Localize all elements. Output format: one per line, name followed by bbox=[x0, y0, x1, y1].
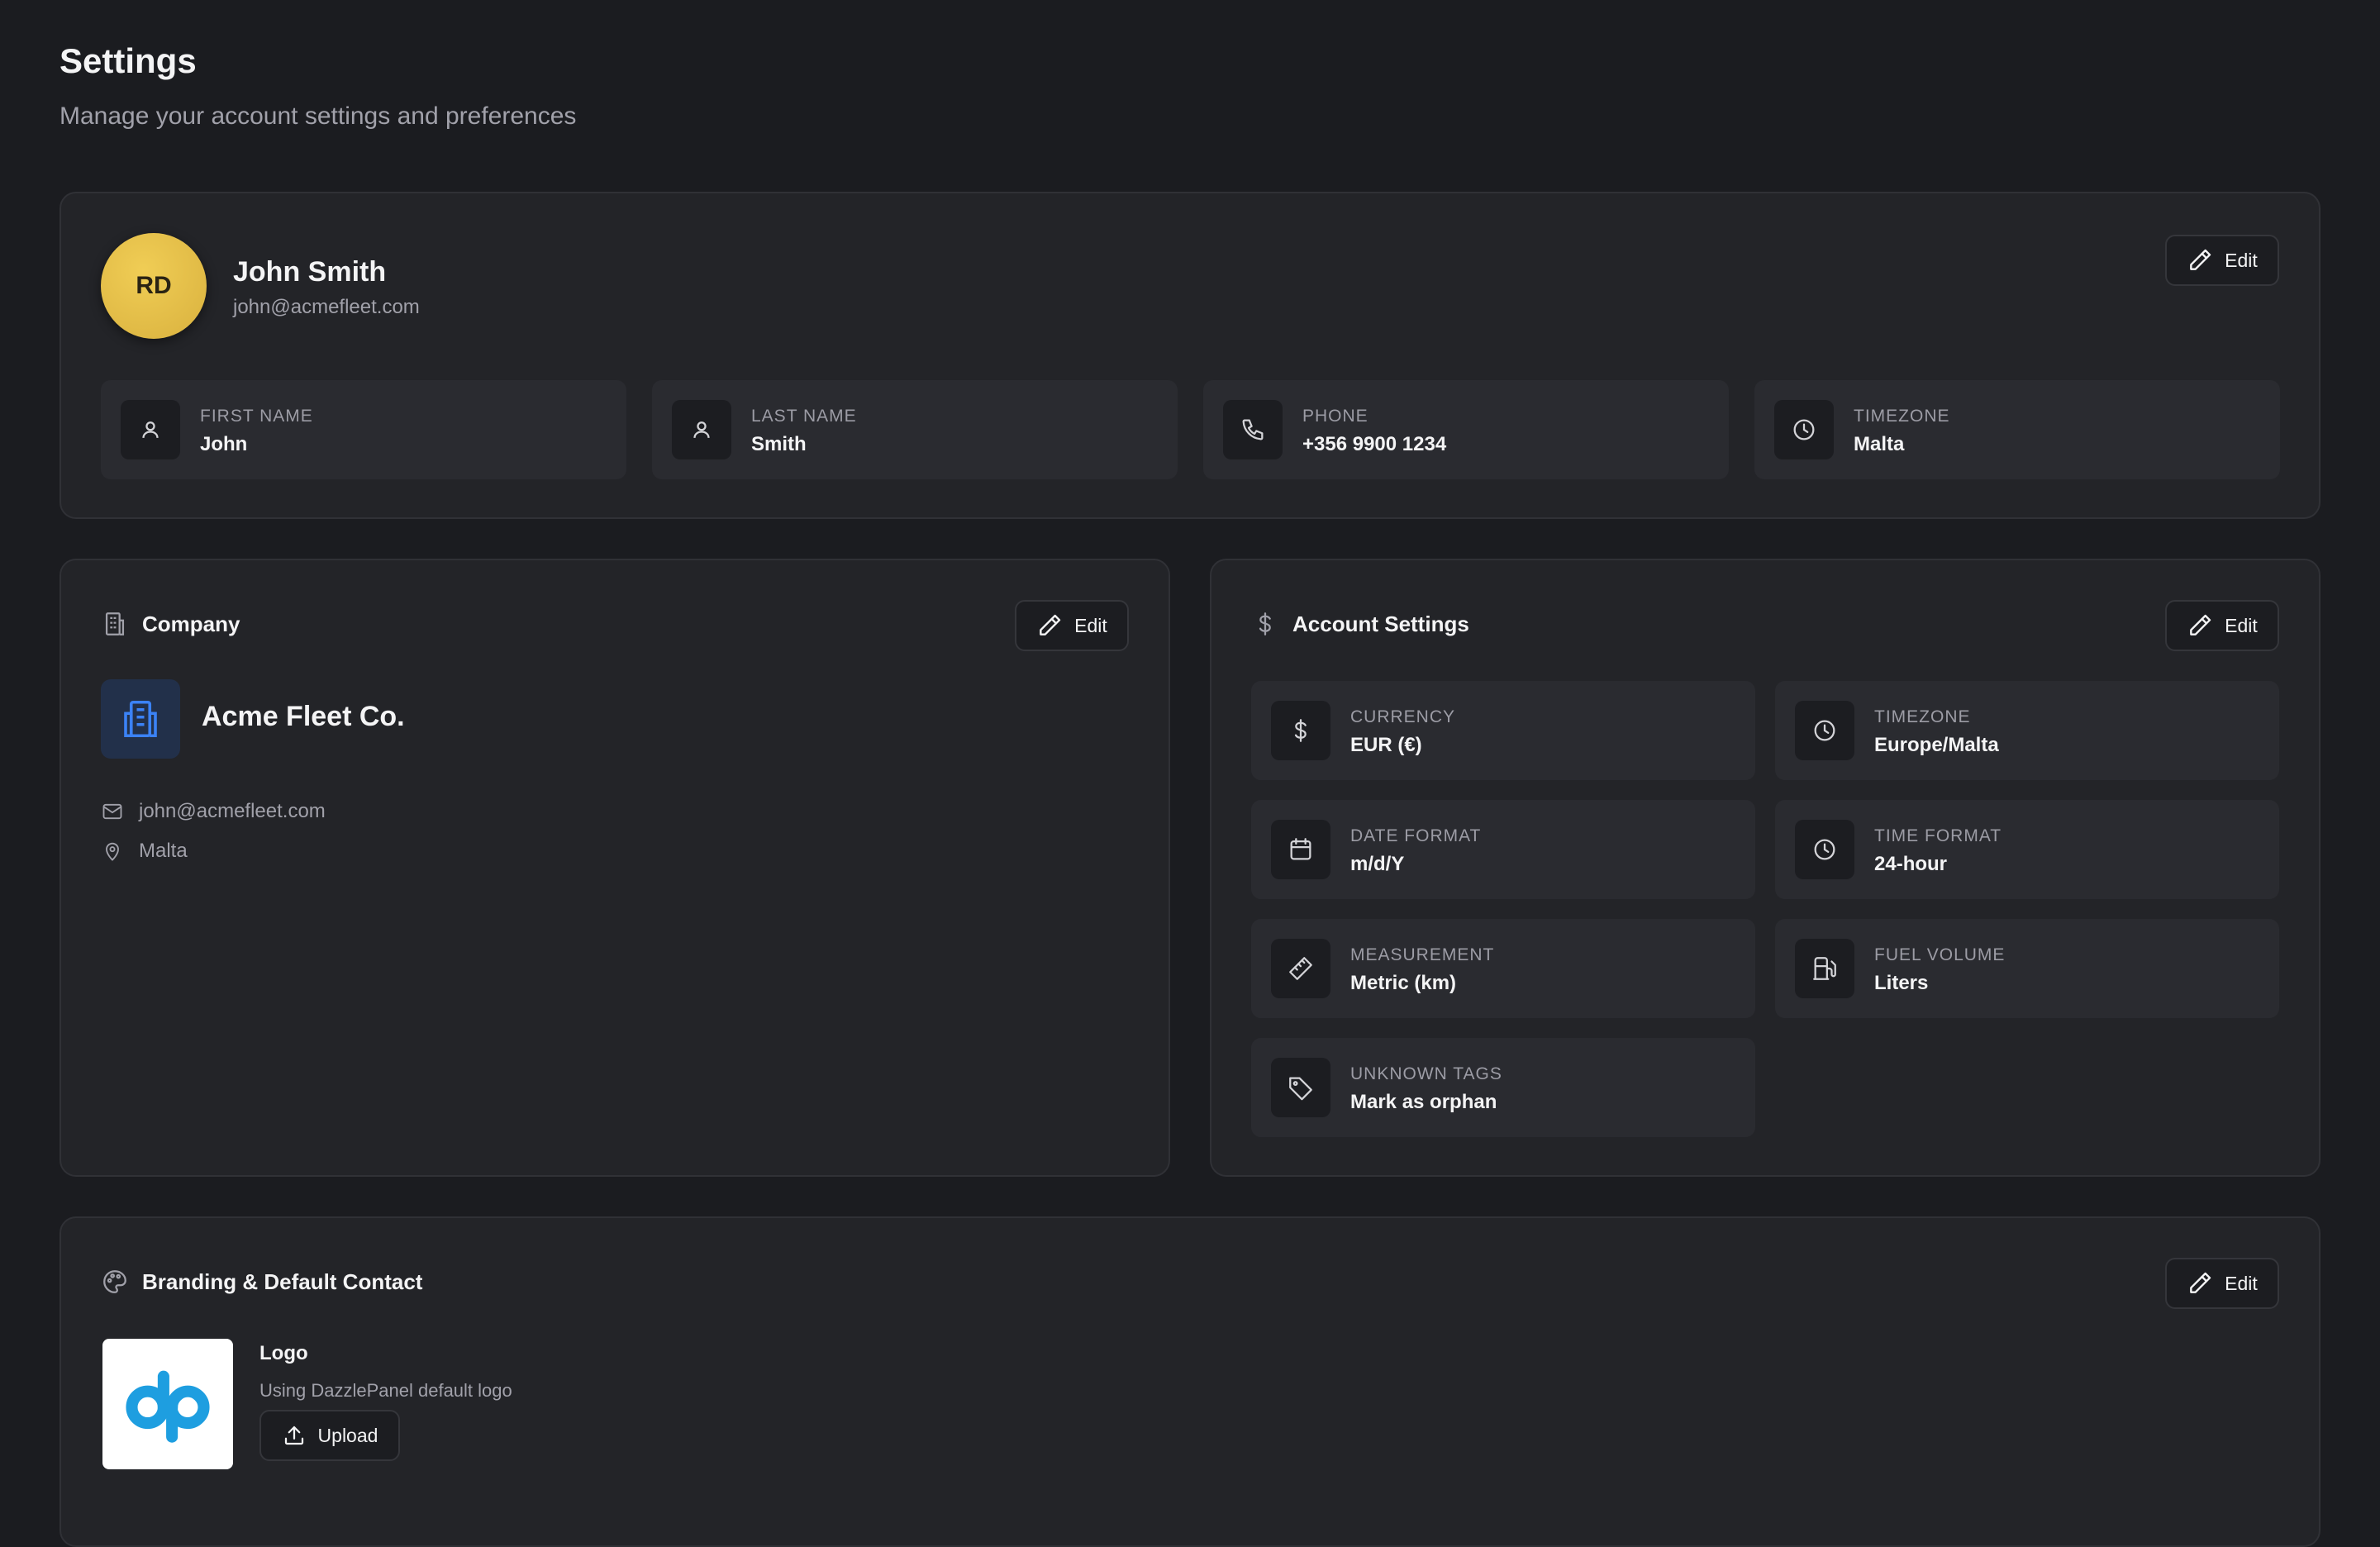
field-label: DATE FORMAT bbox=[1350, 826, 1482, 845]
company-heading: Company bbox=[101, 610, 240, 638]
field-value: Smith bbox=[751, 433, 807, 455]
field-first-name: FIRST NAME John bbox=[101, 380, 626, 479]
calendar-icon bbox=[1271, 820, 1330, 879]
field-label: PHONE bbox=[1302, 407, 1368, 426]
profile-card: RD John Smith john@acmefleet.com Edit FI… bbox=[60, 192, 2320, 519]
field-label: UNKNOWN TAGS bbox=[1350, 1064, 1502, 1083]
user-icon bbox=[672, 400, 731, 459]
clock-icon bbox=[1795, 820, 1854, 879]
field-time-format: TIME FORMAT 24-hour bbox=[1775, 800, 2279, 899]
edit-branding-button[interactable]: Edit bbox=[2165, 1258, 2279, 1309]
field-value: Europe/Malta bbox=[1874, 734, 1999, 756]
upload-logo-button[interactable]: Upload bbox=[259, 1410, 400, 1461]
field-fuel-volume: FUEL VOLUME Liters bbox=[1775, 919, 2279, 1018]
upload-icon bbox=[284, 1426, 303, 1445]
fuel-icon bbox=[1795, 939, 1854, 998]
edit-label: Edit bbox=[2225, 249, 2258, 271]
company-title: Company bbox=[142, 611, 240, 636]
field-value: Metric (km) bbox=[1350, 972, 1457, 994]
ruler-icon bbox=[1271, 939, 1330, 998]
field-value: John bbox=[200, 433, 248, 455]
field-label: FUEL VOLUME bbox=[1874, 945, 2006, 964]
field-label: TIME FORMAT bbox=[1874, 826, 2002, 845]
tag-icon bbox=[1271, 1058, 1330, 1117]
field-label: MEASUREMENT bbox=[1350, 945, 1495, 964]
palette-icon bbox=[103, 1270, 126, 1293]
field-value: +356 9900 1234 bbox=[1302, 433, 1447, 455]
building-icon bbox=[105, 612, 125, 635]
company-location: Malta bbox=[101, 840, 188, 863]
edit-account-button[interactable]: Edit bbox=[2165, 600, 2279, 651]
branding-title: Branding & Default Contact bbox=[142, 1269, 423, 1294]
field-account-timezone: TIMEZONE Europe/Malta bbox=[1775, 681, 2279, 780]
building-icon bbox=[124, 700, 157, 738]
settings-page: Settings Manage your account settings an… bbox=[0, 0, 2380, 1547]
pencil-icon bbox=[2190, 614, 2211, 635]
branding-card: Branding & Default Contact Edit Logo Usi… bbox=[60, 1216, 2320, 1547]
profile-name: John Smith bbox=[233, 256, 387, 288]
field-timezone: TIMEZONE Malta bbox=[1754, 380, 2280, 479]
company-location-text: Malta bbox=[139, 840, 188, 862]
profile-email: john@acmefleet.com bbox=[233, 296, 420, 318]
dollar-icon bbox=[1271, 701, 1330, 760]
field-value: Liters bbox=[1874, 972, 1929, 994]
field-value: m/d/Y bbox=[1350, 853, 1405, 875]
field-last-name: LAST NAME Smith bbox=[652, 380, 1178, 479]
mail-icon bbox=[102, 803, 122, 820]
clock-icon bbox=[1774, 400, 1834, 459]
field-label: TIMEZONE bbox=[1854, 407, 1950, 426]
pencil-icon bbox=[2190, 1272, 2211, 1293]
field-label: LAST NAME bbox=[751, 407, 857, 426]
company-card: Company Edit Acme Fleet Co. john@acmefle… bbox=[60, 559, 1170, 1177]
account-heading: Account Settings bbox=[1251, 610, 1469, 638]
field-label: FIRST NAME bbox=[200, 407, 313, 426]
clock-icon bbox=[1795, 701, 1854, 760]
field-currency: CURRENCY EUR (€) bbox=[1251, 681, 1755, 780]
logo-label: Logo bbox=[259, 1342, 308, 1364]
account-settings-card: Account Settings Edit CURRENCY EUR (€) T… bbox=[1210, 559, 2320, 1177]
field-value: EUR (€) bbox=[1350, 734, 1422, 756]
field-label: CURRENCY bbox=[1350, 707, 1456, 726]
edit-label: Edit bbox=[2225, 614, 2258, 636]
pencil-icon bbox=[1040, 614, 1061, 635]
phone-icon bbox=[1223, 400, 1283, 459]
avatar[interactable]: RD bbox=[101, 233, 207, 339]
field-unknown-tags: UNKNOWN TAGS Mark as orphan bbox=[1251, 1038, 1755, 1137]
field-value: Malta bbox=[1854, 433, 1905, 455]
company-logo bbox=[101, 679, 180, 759]
field-value: Mark as orphan bbox=[1350, 1091, 1497, 1113]
page-title: Settings bbox=[60, 41, 197, 80]
field-label: TIMEZONE bbox=[1874, 707, 1971, 726]
edit-label: Edit bbox=[1074, 614, 1107, 636]
page-subtitle: Manage your account settings and prefere… bbox=[60, 102, 577, 130]
brand-logo bbox=[102, 1339, 233, 1469]
field-date-format: DATE FORMAT m/d/Y bbox=[1251, 800, 1755, 899]
account-title: Account Settings bbox=[1292, 611, 1469, 636]
dazzlepanel-logo-icon bbox=[126, 1370, 210, 1443]
map-pin-icon bbox=[106, 842, 119, 861]
upload-label: Upload bbox=[317, 1424, 378, 1446]
field-measurement: MEASUREMENT Metric (km) bbox=[1251, 919, 1755, 1018]
company-name: Acme Fleet Co. bbox=[202, 701, 405, 732]
pencil-icon bbox=[2190, 249, 2211, 270]
company-email: john@acmefleet.com bbox=[101, 800, 326, 823]
dollar-icon bbox=[1259, 612, 1271, 635]
field-value: 24-hour bbox=[1874, 853, 1948, 875]
edit-label: Edit bbox=[2225, 1272, 2258, 1294]
branding-heading: Branding & Default Contact bbox=[101, 1268, 422, 1296]
field-phone: PHONE +356 9900 1234 bbox=[1203, 380, 1729, 479]
edit-profile-button[interactable]: Edit bbox=[2165, 235, 2279, 286]
user-icon bbox=[121, 400, 180, 459]
edit-company-button[interactable]: Edit bbox=[1015, 600, 1129, 651]
company-email-text: john@acmefleet.com bbox=[139, 800, 326, 822]
logo-description: Using DazzlePanel default logo bbox=[259, 1380, 512, 1401]
